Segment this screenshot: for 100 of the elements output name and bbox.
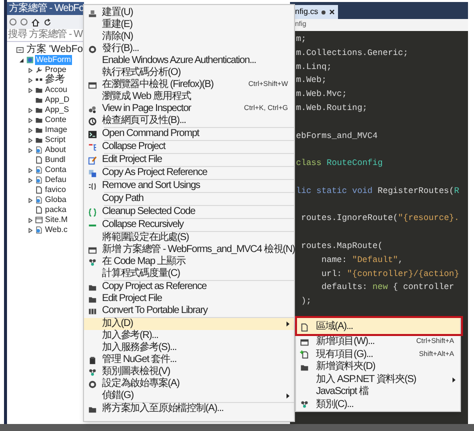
menu-item[interactable]: Enable Windows Azure Authentication... <box>84 55 294 67</box>
hierarchy-icon <box>88 142 97 152</box>
expand-arrow-icon[interactable] <box>28 148 33 152</box>
tree-item[interactable]: Web.c <box>44 225 69 235</box>
menu-item[interactable]: Edit Project File <box>84 154 294 166</box>
forward-icon[interactable] <box>20 18 28 26</box>
tree-item[interactable]: Accou <box>44 85 68 95</box>
code-line: ebForms_and_MVC4 <box>296 130 378 143</box>
menu-item[interactable]: Edit Project File <box>84 293 294 305</box>
menu-item[interactable]: 管理 NuGet 套件... <box>84 354 294 366</box>
code-line: routes.IgnoreRoute("{resource}. <box>300 212 460 226</box>
expand-arrow-icon[interactable] <box>28 178 33 182</box>
menu-item[interactable]: Collapse Project <box>84 141 294 153</box>
menu-item[interactable]: Open Command Prompt <box>84 128 294 140</box>
tree-item[interactable]: Defau <box>44 175 68 185</box>
tree-item[interactable]: Prope <box>44 65 68 75</box>
file-icon <box>35 156 43 164</box>
file-icon <box>35 206 43 214</box>
menu-item[interactable]: 加入服務參考(S)... <box>84 342 294 354</box>
tree-item[interactable]: 參考 <box>44 75 66 85</box>
menu-item[interactable]: 計算程式碼度量(C) <box>84 268 294 280</box>
menu-item[interactable]: 清除(N) <box>84 31 294 43</box>
menu-item[interactable]: 瀏覽成 Web 應用程式 <box>84 91 294 103</box>
menu-item[interactable]: 新增 方案總管 - WebForms_and_MVC4 檢視(N) <box>84 244 294 256</box>
expand-arrow-icon[interactable] <box>28 128 33 132</box>
terminal-icon <box>88 130 97 138</box>
menu-item[interactable]: 加入(D) <box>84 318 294 330</box>
expand-arrow-icon[interactable] <box>28 198 33 202</box>
close-icon[interactable] <box>329 9 336 15</box>
tree-item[interactable]: packa <box>44 205 68 215</box>
menu-item[interactable]: 加入 ASP.NET 資料夾(S) <box>296 374 460 386</box>
code-line: url: "{controller}/{action} <box>320 268 460 281</box>
menu-item[interactable]: 新增資料夾(D) <box>296 361 460 374</box>
menu-item[interactable]: 發行(B)... <box>84 43 294 55</box>
menu-item[interactable]: 設定為啟始專案(A) <box>84 378 294 390</box>
menu-item[interactable]: Collapse Recursively <box>84 219 294 231</box>
refresh-icon[interactable] <box>43 18 52 26</box>
menu-item[interactable]: Remove and Sort Usings <box>84 180 294 192</box>
tree-item[interactable]: Site.M <box>44 215 69 225</box>
back-icon[interactable] <box>9 18 17 26</box>
menu-item[interactable]: 偵錯(G) <box>84 390 294 402</box>
braces-icon <box>88 208 97 216</box>
nodes-icon <box>88 368 97 376</box>
panel-title: 方案總管 - WebFo <box>7 2 84 15</box>
menu-item[interactable]: Cleanup Selected Code <box>84 206 294 218</box>
menu-item[interactable]: 類別(C)... <box>296 398 460 411</box>
menu-item[interactable]: 檢查網頁可及性(B)... <box>84 115 294 127</box>
expand-arrow-icon[interactable] <box>28 168 33 172</box>
menu-item[interactable]: 在 Code Map 上顯示 <box>84 256 294 268</box>
references-icon <box>35 76 43 84</box>
edit-icon <box>88 156 97 164</box>
expand-arrow-icon[interactable] <box>28 118 33 122</box>
menu-item[interactable]: Copy Project as Reference <box>84 281 294 293</box>
stack-icon <box>88 8 97 18</box>
tree-item[interactable]: Image <box>44 125 68 135</box>
tree-item[interactable]: Globa <box>44 195 68 205</box>
menu-item[interactable]: Convert To Portable Library <box>84 305 294 317</box>
file-icon <box>35 186 43 194</box>
web-file-icon <box>35 196 43 204</box>
file-icon <box>300 322 308 332</box>
home-icon[interactable] <box>31 18 40 26</box>
menu-item[interactable]: 加入參考(R)... <box>84 330 294 342</box>
menu-item[interactable]: 執行程式碼分析(O) <box>84 67 294 79</box>
tree-item[interactable]: Conta <box>44 165 68 175</box>
expand-arrow-icon[interactable] <box>28 228 33 232</box>
expand-arrow-icon[interactable] <box>28 218 33 222</box>
menu-item[interactable]: 將方案加入至原始檔控制(A)... <box>84 403 294 415</box>
web-file-icon <box>35 226 43 234</box>
menu-item[interactable]: 將範圍設定在此處(S) <box>84 232 294 244</box>
folder-icon <box>88 404 97 414</box>
menu-item[interactable]: JavaScript 檔 <box>296 386 460 398</box>
menu-item[interactable]: 類別圖表檢視(V) <box>84 366 294 378</box>
menu-item[interactable]: 重建(E) <box>84 19 294 31</box>
collapse-arrow-icon[interactable] <box>19 58 24 62</box>
expand-arrow-icon[interactable] <box>28 78 33 82</box>
window-icon <box>88 246 97 254</box>
add-file-icon <box>300 350 308 360</box>
window-icon <box>88 80 97 90</box>
solution-icon <box>16 46 24 54</box>
expand-arrow-icon[interactable] <box>28 68 33 72</box>
tree-item[interactable]: App_S <box>44 105 70 115</box>
menu-item[interactable]: Copy Path <box>84 193 294 205</box>
tree-item[interactable]: 方案 'WebFo <box>25 45 84 55</box>
tree-item[interactable]: favico <box>44 185 67 195</box>
tree-item[interactable]: About <box>44 145 67 155</box>
pin-icon[interactable] <box>321 10 326 14</box>
master-page-icon <box>35 216 43 224</box>
tree-item[interactable]: Bundl <box>44 155 66 165</box>
tree-item[interactable]: Script <box>44 135 66 145</box>
code-line: m.Linq; <box>296 60 332 74</box>
expand-arrow-icon[interactable] <box>28 88 33 92</box>
code-line: m; <box>296 33 306 46</box>
menu-item[interactable]: Copy As Project Reference <box>84 167 294 179</box>
tree-item[interactable]: Conte <box>44 115 68 125</box>
expand-arrow-icon[interactable] <box>28 108 33 112</box>
code-line: class RouteConfig <box>296 157 383 170</box>
code-line: m.Collections.Generic; <box>296 46 408 60</box>
expand-arrow-icon[interactable] <box>28 138 33 142</box>
code-line: defaults: new { controller <box>320 281 454 294</box>
tree-item[interactable]: App_D <box>44 95 70 105</box>
